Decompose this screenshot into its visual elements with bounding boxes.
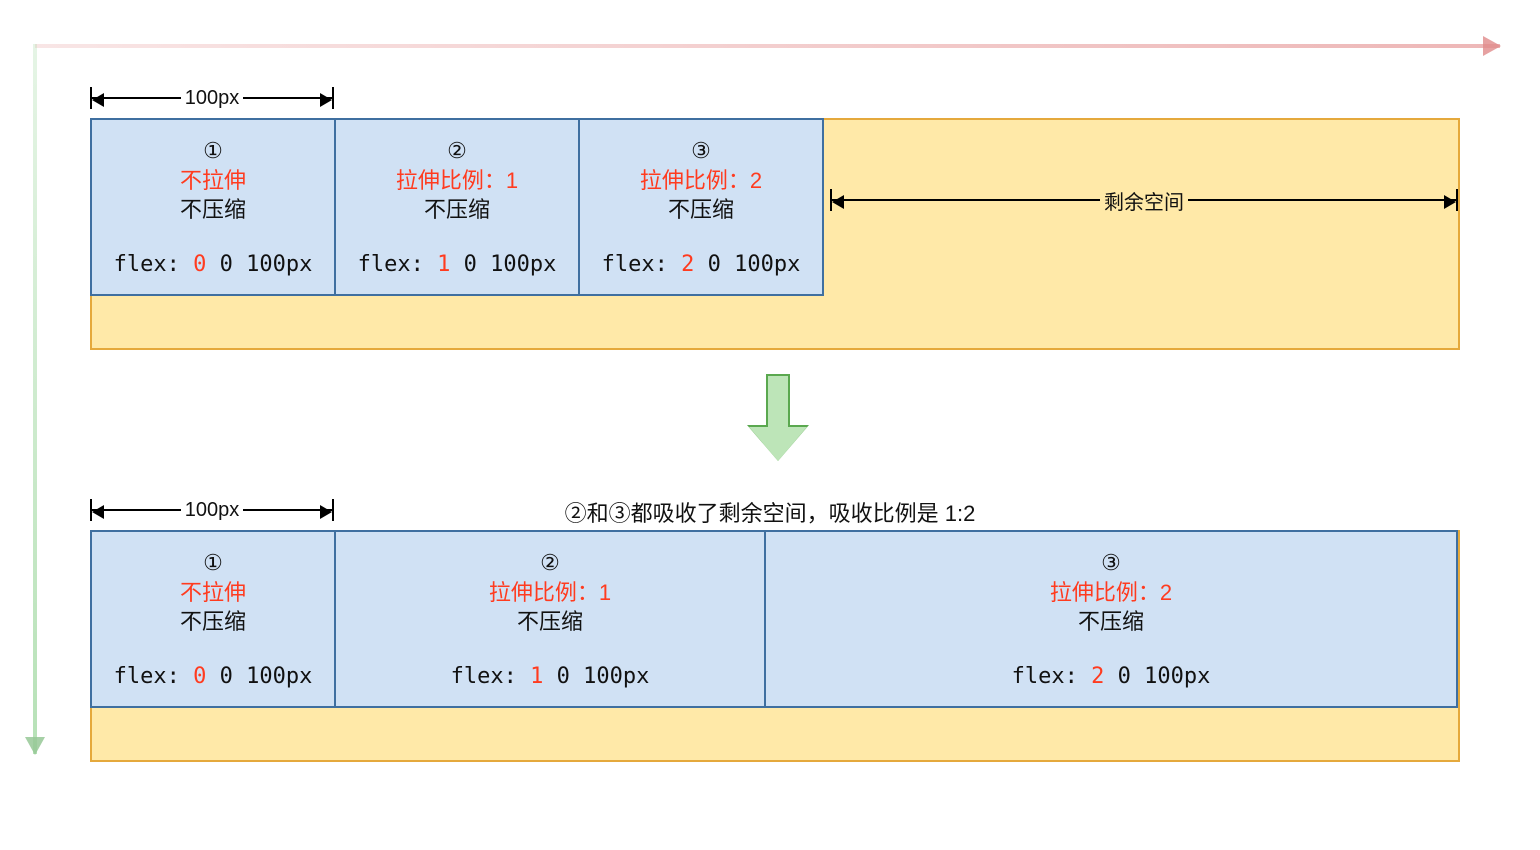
flex-item-2: ② 拉伸比例：1 不压缩 flex: 1 0 100px <box>334 118 580 296</box>
flex-item-3: ③ 拉伸比例：2 不压缩 flex: 2 0 100px <box>578 118 824 296</box>
item-number: ③ <box>580 136 822 166</box>
horizontal-axis-arrow <box>35 44 1500 48</box>
vertical-axis-arrow <box>33 44 37 754</box>
item-number: ② <box>336 548 764 578</box>
item-shrink-text: 不压缩 <box>766 607 1456 637</box>
item-grow-text: 不拉伸 <box>92 166 334 196</box>
item-shrink-text: 不压缩 <box>336 607 764 637</box>
remaining-space-label: 剩余空间 <box>1100 186 1188 215</box>
flex-container-after: ① 不拉伸 不压缩 flex: 0 0 100px ② 拉伸比例：1 不压缩 f… <box>90 530 1460 762</box>
item-shrink-text: 不压缩 <box>336 195 578 225</box>
item-grow-text: 拉伸比例：2 <box>580 166 822 196</box>
down-arrow-icon <box>760 374 796 462</box>
flex-item-1: ① 不拉伸 不压缩 flex: 0 0 100px <box>90 118 336 296</box>
width-ruler-top: 100px <box>90 86 334 110</box>
item-number: ③ <box>766 548 1456 578</box>
item-flex-value: flex: 2 0 100px <box>580 250 822 280</box>
item-flex-value: flex: 1 0 100px <box>336 250 578 280</box>
item-number: ① <box>92 548 334 578</box>
flex-item-1: ① 不拉伸 不压缩 flex: 0 0 100px <box>90 530 336 708</box>
item-grow-text: 不拉伸 <box>92 578 334 608</box>
item-number: ② <box>336 136 578 166</box>
item-flex-value: flex: 0 0 100px <box>92 662 334 692</box>
item-number: ① <box>92 136 334 166</box>
item-grow-text: 拉伸比例：2 <box>766 578 1456 608</box>
item-shrink-text: 不压缩 <box>580 195 822 225</box>
item-flex-value: flex: 1 0 100px <box>336 662 764 692</box>
item-shrink-text: 不压缩 <box>92 195 334 225</box>
remaining-space-ruler: 剩余空间 <box>830 188 1458 212</box>
item-shrink-text: 不压缩 <box>92 607 334 637</box>
flex-item-3: ③ 拉伸比例：2 不压缩 flex: 2 0 100px <box>764 530 1458 708</box>
flex-item-2: ② 拉伸比例：1 不压缩 flex: 1 0 100px <box>334 530 766 708</box>
diagram-canvas: 100px ① 不拉伸 不压缩 flex: 0 0 100px ② 拉伸比例：1… <box>0 0 1540 850</box>
flex-container-before: ① 不拉伸 不压缩 flex: 0 0 100px ② 拉伸比例：1 不压缩 f… <box>90 118 1460 350</box>
result-caption: ②和③都吸收了剩余空间，吸收比例是 1:2 <box>0 496 1540 528</box>
item-flex-value: flex: 0 0 100px <box>92 250 334 280</box>
ruler-label: 100px <box>181 87 244 110</box>
item-flex-value: flex: 2 0 100px <box>766 662 1456 692</box>
item-grow-text: 拉伸比例：1 <box>336 166 578 196</box>
item-grow-text: 拉伸比例：1 <box>336 578 764 608</box>
